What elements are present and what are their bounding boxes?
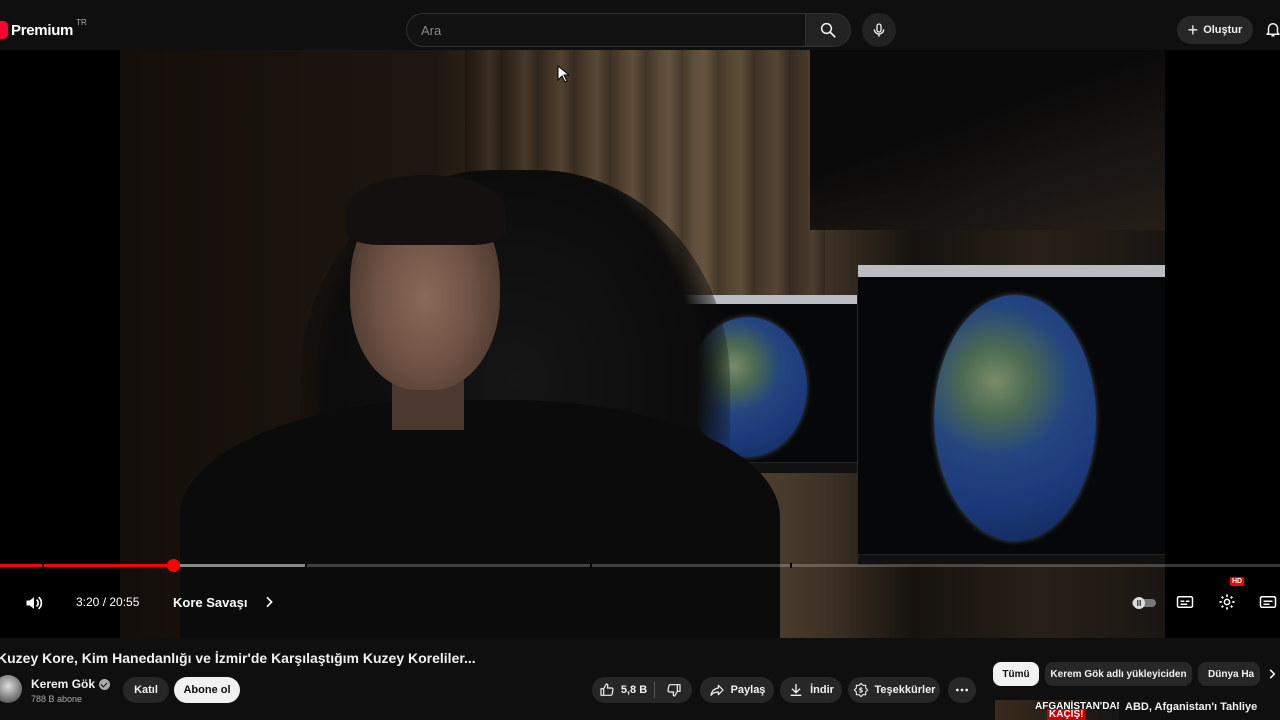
chips-next-button[interactable] — [1265, 667, 1279, 686]
join-button[interactable]: Katıl — [123, 677, 169, 703]
wall-shadow — [810, 50, 1165, 230]
share-arrow-icon — [709, 684, 724, 696]
hd-badge: HD — [1230, 577, 1245, 586]
chapter-title: Kore Savaşı — [173, 594, 248, 610]
subscribe-button[interactable]: Abone ol — [174, 677, 240, 703]
gear-icon — [1219, 594, 1235, 610]
chapter-marker — [42, 563, 44, 568]
chip-all[interactable]: Tümü — [993, 662, 1039, 686]
person-hair — [346, 175, 506, 245]
miniplayer-button[interactable] — [1259, 593, 1277, 611]
masthead: Premium TR + Oluştur — [0, 0, 1280, 56]
create-button[interactable]: + Oluştur — [1177, 16, 1253, 44]
search-input[interactable] — [419, 21, 793, 39]
progress-played — [0, 564, 173, 567]
download-button[interactable]: İndir — [780, 677, 842, 703]
subscriber-count: 788 B abone — [31, 694, 83, 704]
recommendation-thumbnail[interactable]: AFGANİSTAN'DAN KAÇIŞ! — [995, 700, 1119, 720]
svg-text:$: $ — [858, 687, 863, 695]
chapter-marker — [305, 563, 307, 568]
settings-button[interactable] — [1218, 593, 1236, 611]
video-player[interactable]: 3:20 / 20:55 Kore Savaşı HD — [0, 50, 1280, 638]
microphone-icon — [873, 23, 885, 37]
current-time: 3:20 — [76, 595, 100, 609]
bell-icon — [1266, 23, 1280, 37]
chapter-button[interactable]: Kore Savaşı — [173, 594, 277, 610]
thumbs-down-icon — [666, 684, 681, 697]
time-display: 3:20 / 20:55 — [76, 595, 140, 609]
like-button[interactable]: 5,8 B — [592, 677, 654, 703]
plus-icon: + — [1187, 20, 1199, 40]
youtube-premium-logo[interactable]: Premium TR — [0, 18, 87, 42]
autoplay-toggle-icon — [1132, 597, 1156, 609]
progress-bar[interactable] — [0, 559, 1280, 572]
chapter-marker — [590, 563, 592, 568]
notifications-button[interactable] — [1264, 18, 1280, 45]
subtitles-icon — [1176, 596, 1194, 608]
monitor-right — [858, 265, 1165, 565]
chevron-right-icon — [266, 596, 274, 608]
duration: 20:55 — [109, 595, 140, 609]
mouse-cursor-icon — [557, 65, 569, 83]
chapter-marker — [790, 563, 792, 568]
like-dislike-group: 5,8 B — [592, 677, 692, 703]
autoplay-toggle[interactable] — [1131, 596, 1157, 610]
share-button[interactable]: Paylaş — [700, 677, 774, 703]
thumbs-up-icon — [600, 683, 614, 696]
like-count: 5,8 B — [620, 684, 648, 696]
channel-name-link[interactable]: Kerem Gök — [31, 677, 111, 691]
youtube-play-icon — [0, 21, 8, 39]
player-controls: 3:20 / 20:55 Kore Savaşı HD — [0, 577, 1280, 626]
recommendation-title[interactable]: ABD, Afganistan'ı Tahliye — [1125, 701, 1257, 713]
verified-check-icon — [99, 678, 111, 690]
channel-avatar[interactable] — [0, 675, 22, 703]
search-icon — [820, 22, 836, 38]
thanks-button[interactable]: $ Teşekkürler — [848, 677, 940, 703]
chevron-right-icon — [1269, 669, 1276, 679]
super-thanks-icon: $ — [853, 682, 868, 698]
miniplayer-icon — [1259, 596, 1277, 608]
logo-region-code: TR — [76, 17, 87, 27]
chip-from-uploader[interactable]: Kerem Gök adlı yükleyiciden — [1045, 662, 1192, 686]
subtitles-button[interactable] — [1176, 593, 1194, 611]
thumbnail-text: KAÇIŞ! — [1047, 709, 1086, 720]
search-bar — [406, 13, 852, 47]
create-label: Oluştur — [1203, 24, 1243, 36]
progress-scrubber[interactable] — [166, 559, 180, 572]
video-frame — [120, 50, 1165, 638]
dislike-button[interactable] — [655, 677, 692, 703]
search-button[interactable] — [805, 13, 851, 47]
download-icon — [790, 684, 802, 696]
chip-world-news[interactable]: Dünya Ha — [1198, 662, 1260, 686]
more-actions-button[interactable] — [948, 677, 976, 703]
globe-right — [934, 295, 1096, 541]
voice-search-button[interactable] — [862, 13, 896, 47]
logo-text: Premium — [11, 21, 74, 39]
channel-name: Kerem Gök — [31, 677, 96, 691]
volume-button[interactable] — [24, 593, 44, 613]
video-title: Kuzey Kore, Kim Hanedanlığı ve İzmir'de … — [0, 650, 476, 666]
volume-icon — [26, 596, 43, 610]
search-box[interactable] — [406, 13, 805, 47]
more-horizontal-icon — [956, 688, 968, 692]
